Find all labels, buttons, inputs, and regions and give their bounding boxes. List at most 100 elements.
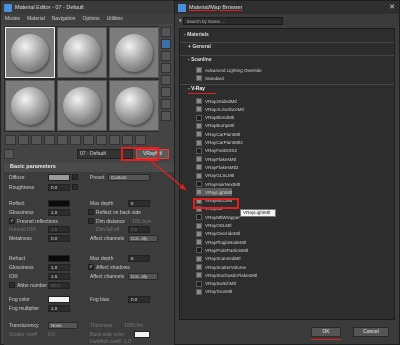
sample-slot[interactable] <box>109 27 159 78</box>
options-icon[interactable] <box>161 99 171 109</box>
list-item[interactable]: Standard <box>196 74 224 82</box>
backlight-icon[interactable] <box>161 39 171 49</box>
menu-utilities[interactable]: Utilities <box>107 16 123 22</box>
close-icon[interactable]: ✕ <box>389 3 395 11</box>
refract-glossiness-field[interactable]: 1.0 <box>48 264 70 271</box>
sample-uv-tiling-icon[interactable] <box>161 63 171 73</box>
list-item[interactable]: VRayGLSLMtl <box>196 172 234 180</box>
list-item[interactable]: VRayPluginNodeMtl <box>196 238 246 246</box>
group-scanline-label: Scanline <box>191 57 212 63</box>
roughness-map-button[interactable] <box>72 184 78 190</box>
list-item[interactable]: VRayALSurfaceMtl <box>196 105 244 113</box>
abbe-field[interactable]: 50.0 <box>48 282 70 289</box>
menu-modes[interactable]: Modes <box>5 16 20 22</box>
background-icon[interactable] <box>161 51 171 61</box>
reflect-max-depth-field[interactable]: 8 <box>128 200 150 207</box>
group-scanline[interactable]: - Scanline <box>188 56 212 64</box>
diffuse-map-button[interactable] <box>72 174 78 180</box>
refract-label: Refract <box>9 256 26 262</box>
sample-type-icon[interactable] <box>161 27 171 37</box>
back-side-color-swatch[interactable] <box>134 331 150 338</box>
list-item[interactable]: VRaySwitchMtl <box>196 280 236 288</box>
list-item[interactable]: VRayToonMtl <box>196 288 232 296</box>
fog-bias-field[interactable]: 0.0 <box>128 296 150 303</box>
cancel-button[interactable]: Cancel <box>353 327 389 337</box>
glossiness-field[interactable]: 1.0 <box>48 209 70 216</box>
divider <box>180 55 394 56</box>
materials-root[interactable]: - Materials <box>184 31 209 39</box>
list-item[interactable]: Advanced Lighting Override <box>196 66 262 74</box>
dim-distance-checkbox[interactable] <box>88 218 94 224</box>
sample-slot[interactable] <box>5 27 55 78</box>
go-forward-sibling-icon[interactable] <box>135 135 146 145</box>
sample-slot[interactable] <box>57 27 107 78</box>
menu-options[interactable]: Options <box>82 16 99 22</box>
metalness-field[interactable]: 0.0 <box>48 235 70 242</box>
assign-to-selection-icon[interactable] <box>31 135 42 145</box>
list-item[interactable]: VRayBumpMtl <box>196 122 234 130</box>
list-item[interactable]: VRayPointParticleMtl <box>196 246 248 254</box>
list-item[interactable]: VRayScatterVolume <box>196 263 246 271</box>
list-item[interactable]: VRayOSLMtl <box>196 222 232 230</box>
get-material-icon[interactable] <box>5 135 16 145</box>
list-item[interactable]: VRayCarPaintMtl <box>196 130 240 138</box>
show-end-result-icon[interactable] <box>109 135 120 145</box>
list-item[interactable]: VRayMtlWrapper <box>196 213 240 221</box>
search-options-icon[interactable]: ▾ <box>179 18 182 24</box>
reset-map-icon[interactable] <box>44 135 55 145</box>
list-item[interactable]: VRayFlakesMtl2 <box>196 163 238 171</box>
diffuse-swatch[interactable] <box>48 174 70 181</box>
video-color-check-icon[interactable] <box>161 75 171 85</box>
list-item[interactable]: VRay2SidedMtl <box>196 97 237 105</box>
refract-affect-channels-label: Affect channels <box>90 274 125 280</box>
affect-channels-dropdown[interactable]: Col...nly <box>128 235 158 242</box>
reflect-label: Reflect <box>9 201 25 207</box>
material-id-channel-icon[interactable] <box>83 135 94 145</box>
list-item[interactable]: VRayScannedMtl <box>196 255 241 263</box>
put-to-library-icon[interactable] <box>70 135 81 145</box>
material-icon <box>196 147 202 154</box>
eyedropper-icon[interactable] <box>4 149 14 159</box>
select-by-material-icon[interactable] <box>161 111 171 121</box>
dim-falloff-field[interactable]: 0.0 <box>128 226 150 233</box>
fog-color-swatch[interactable] <box>48 296 70 303</box>
go-to-parent-icon[interactable] <box>122 135 133 145</box>
fresnel-checkbox[interactable]: ✓ <box>9 218 15 224</box>
affect-shadows-checkbox[interactable]: ✓ <box>88 264 94 270</box>
list-item[interactable]: VRayCarPaintMtl2 <box>196 139 243 147</box>
reflect-back-side-checkbox[interactable] <box>88 209 94 215</box>
sample-slot[interactable] <box>5 80 55 131</box>
sample-slot[interactable] <box>57 80 107 131</box>
refract-affect-channels-dropdown[interactable]: Col...nly <box>128 273 158 280</box>
search-input[interactable]: Search by Name ... <box>182 16 283 25</box>
list-item[interactable]: VRayHairNextMtl <box>196 180 240 188</box>
list-item[interactable]: VRayLightMtl <box>196 188 233 197</box>
make-unique-icon[interactable] <box>57 135 68 145</box>
roughness-field[interactable]: 0.0 <box>48 184 70 191</box>
group-general[interactable]: + General <box>188 43 211 51</box>
menu-material[interactable]: Material <box>27 16 45 22</box>
menu-navigation[interactable]: Navigation <box>52 16 76 22</box>
material-sphere-preview <box>115 86 153 125</box>
list-item[interactable]: VRayBlendMtl <box>196 114 234 122</box>
group-vray[interactable]: - V-Ray <box>188 85 205 93</box>
translucency-dropdown[interactable]: None <box>48 322 78 329</box>
refract-max-depth-field[interactable]: 8 <box>128 255 150 262</box>
list-item[interactable]: VRayFastSSS2 <box>196 147 237 155</box>
preset-dropdown[interactable]: Custom <box>108 174 150 181</box>
show-shaded-icon[interactable] <box>96 135 107 145</box>
ior-field[interactable]: 1.6 <box>48 273 70 280</box>
fog-multiplier-field[interactable]: 1.0 <box>48 305 70 312</box>
rollout-header[interactable]: Basic parameters <box>4 163 174 172</box>
list-item[interactable]: VRayFlakesMtl <box>196 155 236 163</box>
sample-slot[interactable] <box>109 80 159 131</box>
list-item[interactable]: VRayOverrideMtl <box>196 230 240 238</box>
abbe-checkbox[interactable] <box>9 282 15 288</box>
ok-button[interactable]: OK <box>311 327 341 337</box>
list-item[interactable]: VRayStochasticFlakesMtl <box>196 271 257 279</box>
refract-swatch[interactable] <box>48 255 70 262</box>
make-preview-icon[interactable] <box>161 87 171 97</box>
fresnel-ior-field[interactable]: 1.6 <box>48 226 70 233</box>
put-to-scene-icon[interactable] <box>18 135 29 145</box>
reflect-swatch[interactable] <box>48 200 70 207</box>
